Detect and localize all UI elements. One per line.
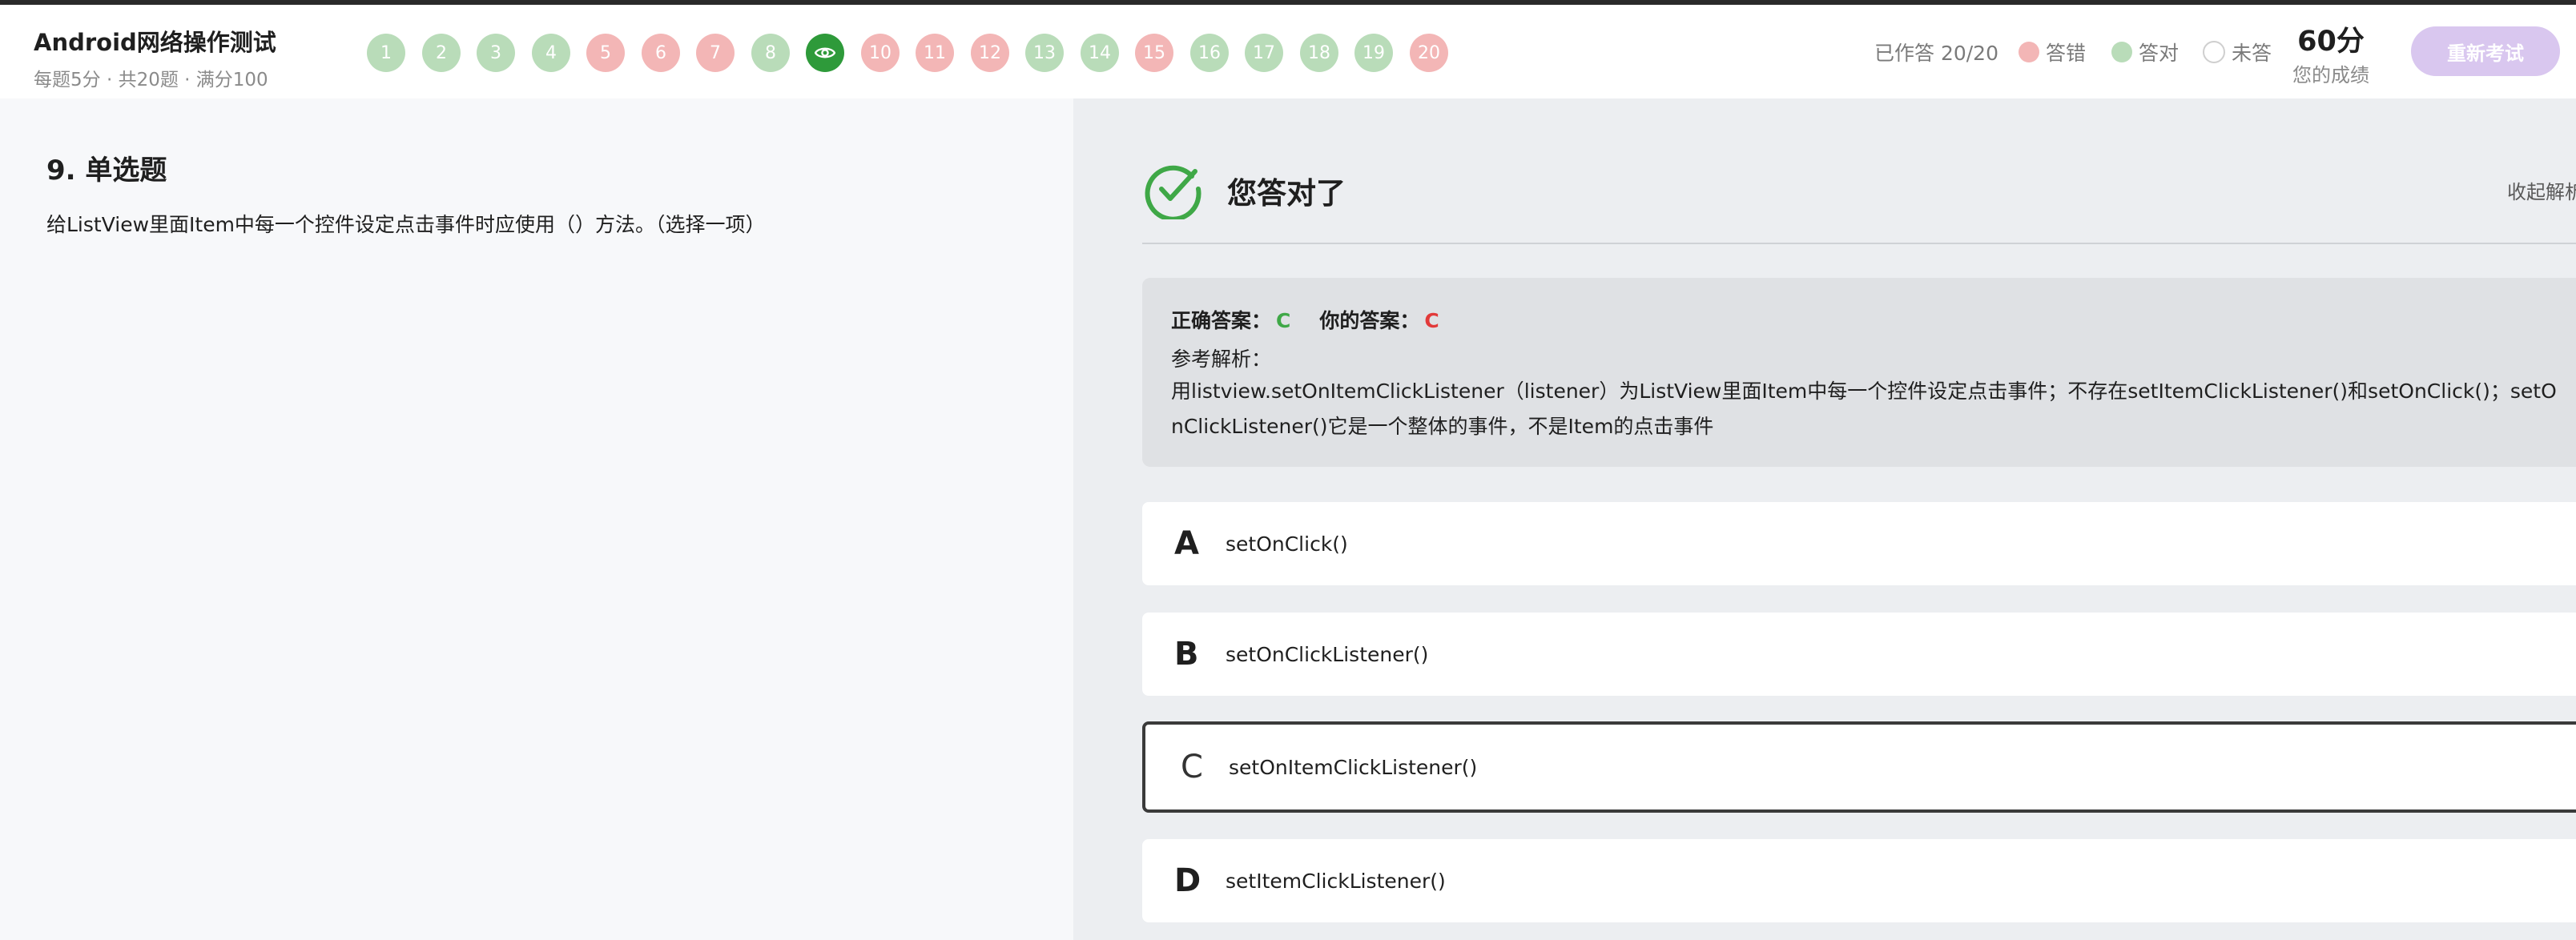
question-nav-13[interactable]: 13 (1025, 34, 1064, 72)
header-bar: Android网络操作测试 每题5分 · 共20题 · 满分100 123456… (0, 5, 2576, 98)
score-block: 60分 您的成绩 (2292, 26, 2369, 87)
option-text: setOnClick() (1226, 532, 1348, 556)
question-nav-15[interactable]: 15 (1135, 34, 1173, 72)
collapse-analysis-link[interactable]: 收起解析 (2507, 176, 2576, 204)
exam-subtitle: 每题5分 · 共20题 · 满分100 (34, 70, 268, 90)
result-title: 您答对了 (1227, 176, 1346, 211)
question-nav-4[interactable]: 4 (532, 34, 570, 72)
question-text: 给ListView里面Item中每一个控件设定点击事件时应使用（）方法。（选择一… (46, 213, 766, 236)
your-answer-value: C (1424, 309, 1439, 332)
question-nav-1[interactable]: 1 (367, 34, 405, 72)
question-nav-10[interactable]: 10 (861, 34, 900, 72)
question-nav-16[interactable]: 16 (1190, 34, 1229, 72)
question-nav-5[interactable]: 5 (586, 34, 625, 72)
legend-wrong: 答错 (2019, 5, 2086, 98)
reference-text: 用listview.setOnItemClickListener（listene… (1171, 380, 2557, 438)
option-text: setOnItemClickListener() (1229, 755, 1478, 779)
question-heading: 9. 单选题 (46, 155, 167, 187)
legend-wrong-label: 答错 (2046, 41, 2087, 65)
option-c[interactable]: C setOnItemClickListener() (1142, 721, 2576, 813)
question-nav-19[interactable]: 19 (1354, 34, 1393, 72)
correct-answer-value: C (1276, 309, 1291, 332)
answer-row: 正确答案： C 你的答案： C (1171, 305, 1439, 334)
question-nav-2[interactable]: 2 (422, 34, 461, 72)
answer-pane: 您答对了 收起解析 正确答案： C 你的答案： C 参考解析： 用listview.s… (1073, 98, 2576, 940)
question-nav-11[interactable]: 11 (916, 34, 954, 72)
your-answer-label: 你的答案： (1319, 309, 1420, 332)
question-nav-17[interactable]: 17 (1245, 34, 1283, 72)
question-nav-14[interactable]: 14 (1081, 34, 1119, 72)
score-label: 您的成绩 (2292, 64, 2369, 86)
analysis-box: 正确答案： C 你的答案： C 参考解析： 用listview.setOnItemCl… (1142, 278, 2576, 467)
option-letter: D (1174, 862, 1201, 899)
legend-right-dot (2111, 41, 2132, 62)
question-nav-12[interactable]: 12 (971, 34, 1009, 72)
legend-unanswered: 未答 (2203, 5, 2272, 98)
option-letter: A (1174, 525, 1199, 562)
option-d[interactable]: D setItemClickListener() (1142, 839, 2576, 922)
question-nav-6[interactable]: 6 (642, 34, 680, 72)
option-b[interactable]: B setOnClickListener() (1142, 613, 2576, 696)
option-text: setOnClickListener() (1226, 642, 1429, 666)
option-a[interactable]: A setOnClick() (1142, 502, 2576, 585)
question-nav-8[interactable]: 8 (751, 34, 790, 72)
title-block: Android网络操作测试 每题5分 · 共20题 · 满分100 (34, 24, 276, 91)
score-value: 60分 (2297, 26, 2365, 58)
eye-icon (815, 47, 835, 58)
correct-answer-label: 正确答案： (1171, 309, 1272, 332)
question-nav-7[interactable]: 7 (696, 34, 735, 72)
question-nav-current[interactable] (806, 34, 844, 72)
legend-wrong-dot (2019, 41, 2039, 62)
option-letter: B (1174, 636, 1199, 673)
question-nav-3[interactable]: 3 (477, 34, 515, 72)
check-circle-icon (1145, 165, 1201, 219)
legend-right-label: 答对 (2139, 41, 2180, 65)
question-pane: 9. 单选题 给ListView里面Item中每一个控件设定点击事件时应使用（）… (0, 98, 1073, 940)
option-text: setItemClickListener() (1226, 869, 1446, 893)
retake-exam-button[interactable]: 重新考试 (2411, 26, 2560, 76)
option-letter: C (1181, 749, 1203, 785)
legend-right: 答对 (2111, 5, 2179, 98)
question-nav-20[interactable]: 20 (1410, 34, 1448, 72)
exam-title: Android网络操作测试 (34, 29, 276, 56)
question-nav-18[interactable]: 18 (1300, 34, 1338, 72)
legend-unanswered-dot (2203, 40, 2225, 63)
answered-count: 已作答 20/20 (1874, 41, 1998, 65)
divider (1142, 243, 2576, 244)
reference-label: 参考解析： (1171, 347, 1272, 371)
legend-unanswered-label: 未答 (2232, 41, 2272, 65)
